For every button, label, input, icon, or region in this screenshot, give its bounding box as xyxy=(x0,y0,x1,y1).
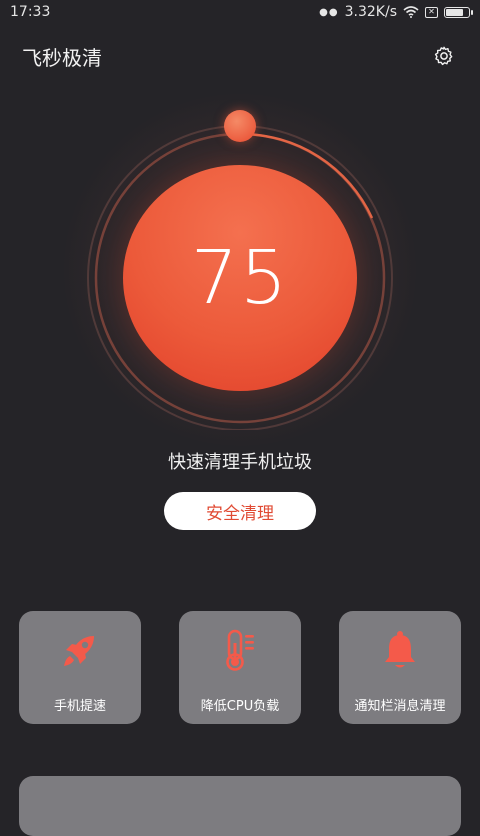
gear-icon xyxy=(434,46,453,66)
status-time: 17:33 xyxy=(10,4,51,20)
thermometer-icon xyxy=(220,629,260,671)
feature-label-notification: 通知栏消息清理 xyxy=(354,699,446,714)
app-title: 飞秒极清 xyxy=(22,45,102,70)
safe-clean-button[interactable]: 安全清理 xyxy=(164,492,316,530)
feature-card-cpu[interactable]: 降低CPU负载 xyxy=(179,611,301,724)
battery-icon xyxy=(444,6,473,18)
gauge-knob xyxy=(224,110,256,142)
clean-subtitle: 快速清理手机垃圾 xyxy=(168,452,312,473)
bottom-card[interactable] xyxy=(19,776,461,836)
feature-row: 手机提速 降低CPU负载 通知栏消息清理 xyxy=(19,611,461,724)
settings-button[interactable] xyxy=(430,42,458,70)
bell-icon xyxy=(380,629,420,671)
feature-label-speedup: 手机提速 xyxy=(53,699,106,714)
score-circle: 75 xyxy=(123,165,357,391)
battery-level-fill xyxy=(446,8,463,16)
rocket-icon xyxy=(60,629,100,671)
app-bar: 飞秒极清 xyxy=(0,36,480,76)
score-value: 75 xyxy=(190,235,290,321)
more-dots-icon: ●● xyxy=(319,6,339,18)
feature-card-speedup[interactable]: 手机提速 xyxy=(19,611,141,724)
network-speed: 3.32K/s xyxy=(344,4,397,20)
feature-label-cpu: 降低CPU负载 xyxy=(200,699,280,714)
feature-card-notification[interactable]: 通知栏消息清理 xyxy=(339,611,461,724)
wifi-icon xyxy=(403,6,419,18)
status-icons: ●● 3.32K/s ✕ xyxy=(319,4,473,20)
score-gauge: 75 xyxy=(64,94,416,446)
sim-x-icon: ✕ xyxy=(425,6,438,18)
status-bar: 17:33 ●● 3.32K/s ✕ xyxy=(0,0,480,24)
